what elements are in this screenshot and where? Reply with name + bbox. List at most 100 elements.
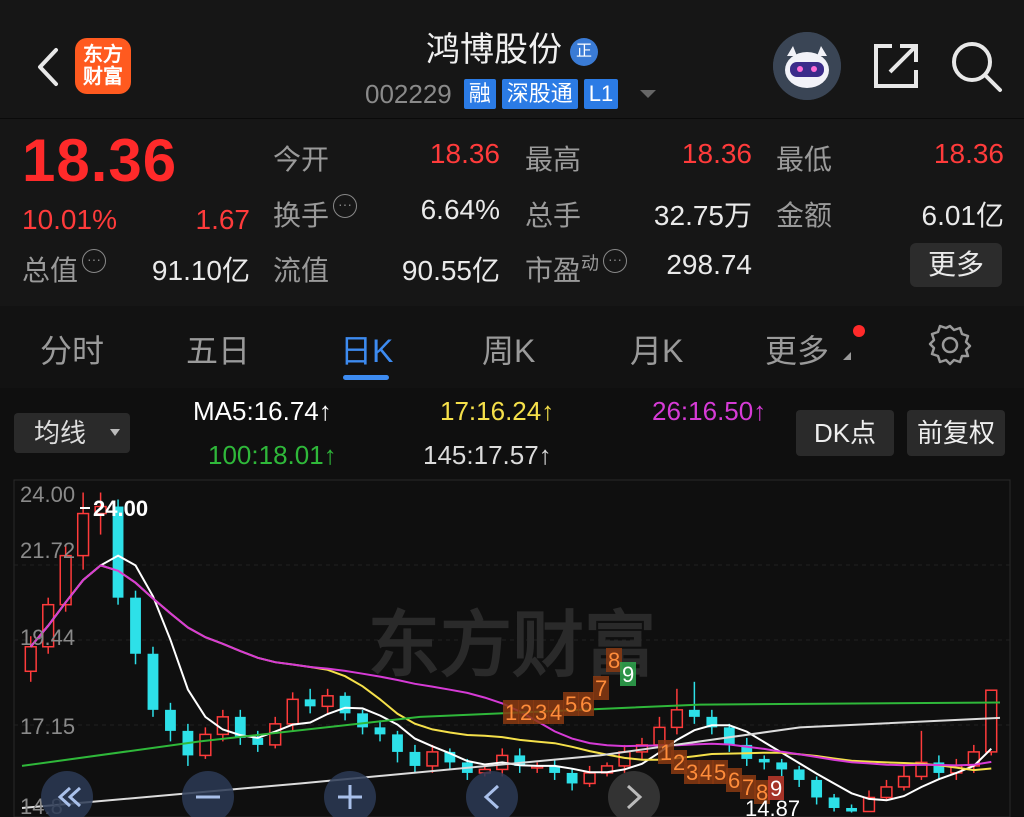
market-cap-label[interactable]: 总值 ··· (22, 249, 107, 289)
candle-body (880, 786, 893, 799)
dk-count-label: 6 (580, 692, 592, 717)
info-icon[interactable]: ··· (603, 249, 628, 273)
low-label: 最低 (776, 144, 833, 175)
chevron-down-icon[interactable] (640, 90, 657, 98)
chevron-left-icon[interactable] (466, 771, 518, 817)
dk-count-label: 4 (550, 700, 562, 725)
candle-body (688, 709, 700, 717)
tab-five-day[interactable]: 五日 (186, 326, 250, 372)
candle-body (392, 734, 403, 752)
dk-count-label: 5 (565, 692, 577, 717)
search-icon[interactable] (948, 38, 1004, 94)
connect-tag: 深股通 (501, 79, 578, 109)
high-label: 最高 (525, 144, 582, 175)
volume-value: 32.75万 (653, 200, 752, 231)
chevron-down-icon (110, 429, 120, 436)
dk-count-label: 1 (660, 740, 672, 765)
dk-count-label: 2 (520, 700, 532, 725)
candle-body (828, 797, 840, 808)
dk-point-button[interactable]: DK点 (796, 410, 894, 456)
candle-body (165, 709, 176, 731)
ma26-value: 26:16.50↑ (652, 396, 767, 426)
tab-daily-k[interactable]: 日K (340, 326, 393, 372)
ma17-value: 17:16.24↑ (440, 396, 555, 426)
min-marker: 14.87 (745, 796, 800, 817)
candle-body (304, 699, 316, 707)
dk-count-label: 7 (595, 676, 607, 701)
low-value: 18.36 (933, 138, 1004, 169)
dk-count-label: 1 (505, 700, 517, 725)
ma100-value: 100:18.01↑ (208, 440, 337, 470)
margin-tag: 融 (463, 79, 496, 109)
more-button[interactable]: 更多 (910, 243, 1002, 287)
candle-body (24, 645, 37, 673)
amount-label: 金额 (776, 200, 833, 231)
kline-chart[interactable]: 东方财富 1 2 3 4 5 67891 2 3 4 5 6 7 8 9 24.00 21.72 19.4… (0, 470, 1024, 817)
candle-body (76, 512, 90, 557)
tab-more[interactable]: 更多 (765, 326, 829, 372)
volume-label: 总手 (525, 200, 582, 231)
candle-body (409, 751, 421, 766)
active-tab-indicator (343, 375, 389, 380)
candle-body (670, 709, 684, 729)
stock-name: 鸿博股份 (426, 31, 562, 69)
y-tick-label: 19.44 (20, 625, 75, 650)
float-cap-value: 90.55亿 (401, 255, 500, 286)
level-tag: L1 (583, 79, 619, 109)
dk-count-label: 9 (622, 662, 634, 687)
dk-count-label: 5 (714, 760, 726, 785)
change-percent: 10.01% (22, 204, 117, 235)
candle-body (897, 775, 911, 788)
float-cap-label: 流值 (273, 255, 330, 286)
amount-value: 6.01亿 (921, 200, 1005, 231)
candle-body (758, 758, 770, 763)
tab-intraday[interactable]: 分时 (40, 326, 104, 372)
change-amount: 1.67 (195, 204, 251, 235)
dk-count-label: 3 (535, 700, 547, 725)
ma145-value: 145:17.57↑ (423, 440, 552, 470)
pe-label[interactable]: 市盈动 ··· (525, 249, 628, 289)
candle-body (846, 807, 857, 812)
turnover-label[interactable]: 换手 ··· (273, 194, 358, 234)
dk-count-label: 6 (728, 768, 740, 793)
watermark: 东方财富 (368, 606, 656, 686)
candle-body (147, 653, 159, 710)
robot-avatar-icon[interactable] (773, 32, 841, 100)
dk-count-label: 3 (686, 760, 698, 785)
code-row[interactable]: 002229 融 深股通 L1 (365, 78, 657, 110)
candle-body (130, 597, 141, 654)
candle-body (286, 698, 299, 725)
candle-body (252, 737, 264, 745)
tab-monthly-k[interactable]: 月K (630, 326, 683, 372)
candle-body (811, 779, 823, 798)
info-icon[interactable]: ··· (333, 194, 358, 218)
chevron-right-icon[interactable] (608, 771, 660, 817)
zheng-badge: 正 (570, 38, 598, 67)
gear-icon[interactable] (928, 322, 972, 366)
notification-dot (853, 325, 865, 337)
max-marker: 24.00 (80, 496, 148, 521)
stock-code: 002229 (365, 78, 452, 109)
market-cap-value: 91.10亿 (151, 255, 250, 286)
ma5-value: MA5:16.74↑ (193, 396, 332, 426)
zoom-out-minus-icon[interactable] (182, 771, 234, 817)
candle-body (566, 772, 578, 784)
candle-body (985, 689, 998, 753)
indicator-select[interactable]: 均线 (14, 413, 130, 453)
info-icon[interactable]: ··· (82, 249, 107, 273)
candle-body (199, 733, 212, 757)
candle-body (426, 751, 439, 767)
y-tick-label: 21.72 (20, 538, 75, 563)
dk-count-label: 8 (608, 648, 620, 673)
y-tick-label: 24.00 (20, 482, 75, 507)
candle-body (357, 713, 368, 728)
candle-body (339, 695, 351, 714)
forward-adjust-button[interactable]: 前复权 (907, 410, 1005, 456)
double-chevron-left-icon[interactable] (41, 771, 93, 817)
share-icon[interactable] (870, 40, 922, 92)
candle-body (321, 695, 334, 708)
pe-value: 298.74 (666, 249, 752, 280)
tab-weekly-k[interactable]: 周K (482, 326, 535, 372)
svg-text:14.87: 14.87 (745, 796, 800, 817)
candle-body (374, 727, 386, 735)
